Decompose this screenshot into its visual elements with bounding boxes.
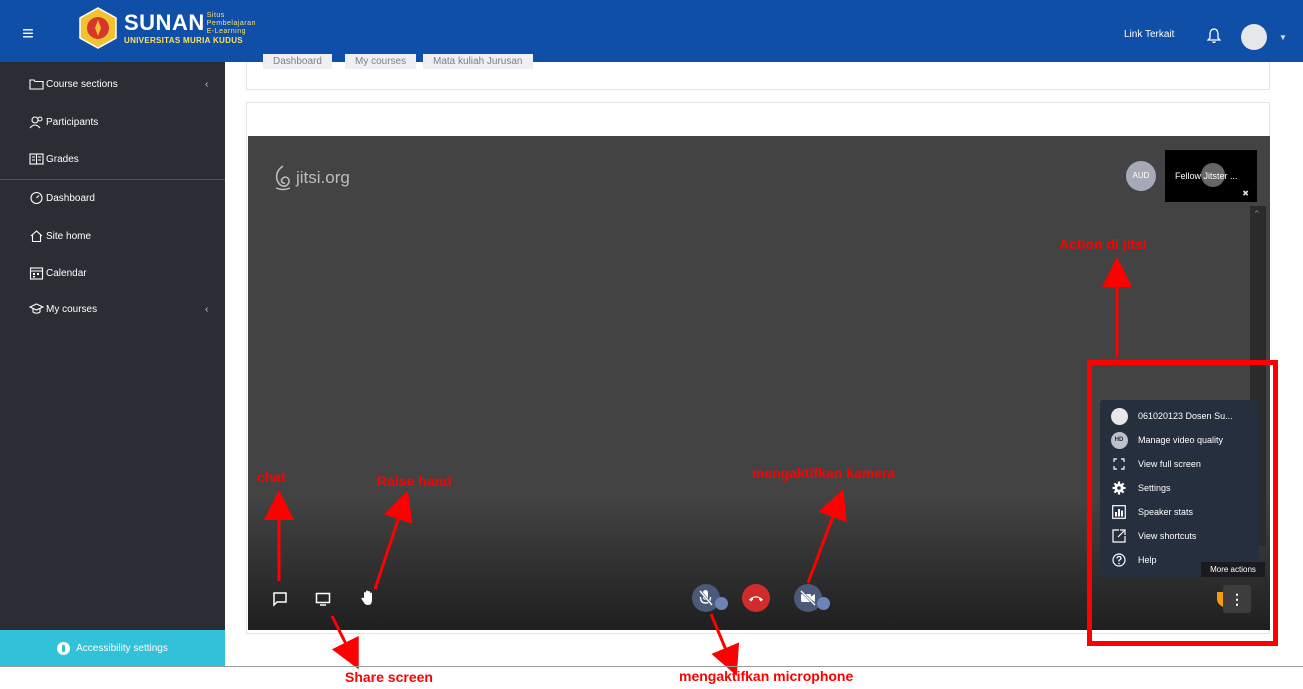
annotation-microphone: mengaktifkan microphone	[679, 668, 854, 684]
sidebar-item-label: Participants	[46, 116, 99, 128]
user-menu-caret-icon[interactable]: ▼	[1279, 33, 1287, 42]
thumbnail-name: Fellow Jitster ...	[1175, 171, 1238, 181]
share-screen-button[interactable]	[311, 587, 335, 611]
logo-university-name: UNIVERSITAS MURIA KUDUS	[124, 35, 243, 45]
remote-participant-avatar[interactable]: AUD	[1126, 161, 1156, 191]
sidebar-item-course-sections[interactable]: Course sections	[29, 77, 118, 91]
sidebar-item-label: Grades	[46, 153, 79, 165]
sidebar-item-my-courses[interactable]: My courses	[29, 302, 97, 316]
logo-tagline: Situs Pembelajaran E-Learning	[206, 11, 256, 35]
annotation-chat: chat	[257, 469, 286, 485]
sidebar-item-label: Dashboard	[46, 192, 95, 204]
local-video-thumbnail[interactable]: Fellow Jitster ... ✖	[1165, 150, 1257, 202]
sidebar-item-label: Course sections	[46, 78, 118, 90]
jitsi-watermark: jitsi.org	[272, 164, 350, 192]
phone-hangup-icon	[749, 596, 763, 602]
annotation-box-action	[1087, 360, 1278, 646]
sidebar-item-label: Site home	[46, 230, 92, 242]
annotation-share-screen: Share screen	[345, 669, 433, 685]
annotation-action: Action di jitsi	[1059, 236, 1147, 252]
home-icon	[30, 230, 43, 243]
sidebar-item-label: Calendar	[46, 267, 87, 279]
jitsi-logo-text: jitsi.org	[296, 168, 350, 187]
bell-icon[interactable]	[1207, 28, 1221, 44]
sidebar-divider	[0, 179, 225, 180]
logo-brand-text: SUNAN	[124, 9, 205, 35]
microphone-muted-icon: ✖	[1242, 189, 1249, 198]
site-logo[interactable]: SUNAN Situs Pembelajaran E-Learning UNIVE…	[76, 6, 256, 50]
users-icon	[29, 116, 43, 129]
hamburger-icon[interactable]: ≡	[8, 18, 48, 50]
sidebar-item-label: My courses	[46, 303, 98, 315]
graduation-cap-icon	[29, 303, 44, 314]
gauge-icon	[30, 191, 43, 205]
sidebar-item-dashboard[interactable]: Dashboard	[29, 191, 95, 205]
user-avatar[interactable]	[1241, 24, 1267, 50]
breadcrumb-item[interactable]: Mata kuliah Jurusan	[423, 54, 533, 69]
sidebar-item-calendar[interactable]: Calendar	[29, 266, 87, 280]
university-seal-icon	[79, 7, 117, 49]
chat-icon	[273, 592, 287, 607]
hangup-button[interactable]	[742, 584, 770, 612]
calendar-icon	[29, 267, 44, 280]
jitsi-logo-icon	[275, 165, 291, 191]
breadcrumb-item[interactable]: My courses	[345, 54, 417, 69]
sidebar-item-participants[interactable]: Participants	[29, 115, 98, 129]
folder-icon	[29, 79, 44, 90]
screen-share-icon	[315, 592, 331, 606]
chevron-down-icon[interactable]	[817, 597, 830, 610]
annotation-raise-hand: Raise hand	[377, 473, 452, 489]
sidebar-item-grades[interactable]: Grades	[29, 152, 79, 166]
accessibility-label: Accessibility settings	[76, 642, 168, 654]
chevron-down-icon[interactable]	[715, 597, 728, 610]
link-terkait[interactable]: Link Terkait	[1124, 29, 1174, 40]
page-bottom-border	[0, 666, 1303, 667]
breadcrumb-item[interactable]: Dashboard	[263, 54, 332, 69]
grades-icon	[29, 153, 44, 165]
chevron-left-icon[interactable]: ‹	[205, 304, 208, 315]
chat-button[interactable]	[268, 587, 292, 611]
annotation-camera: mengaktifkan kamera	[752, 465, 896, 481]
raise-hand-icon	[361, 590, 372, 605]
accessibility-icon	[57, 641, 71, 655]
chevron-left-icon[interactable]: ‹	[205, 79, 208, 90]
breadcrumb: Dashboard My courses Mata kuliah Jurusan	[246, 54, 1270, 90]
scroll-up-icon[interactable]: ⌃	[1253, 209, 1261, 220]
top-navbar: ≡ SUNAN Situs Pembelajaran E-Learning UNI…	[0, 0, 1303, 62]
sidebar: Course sections ‹ Participants Grades Da…	[0, 62, 225, 666]
raise-hand-button[interactable]	[356, 586, 380, 610]
sidebar-item-site-home[interactable]: Site home	[29, 229, 91, 243]
accessibility-settings-button[interactable]: Accessibility settings	[0, 630, 225, 666]
